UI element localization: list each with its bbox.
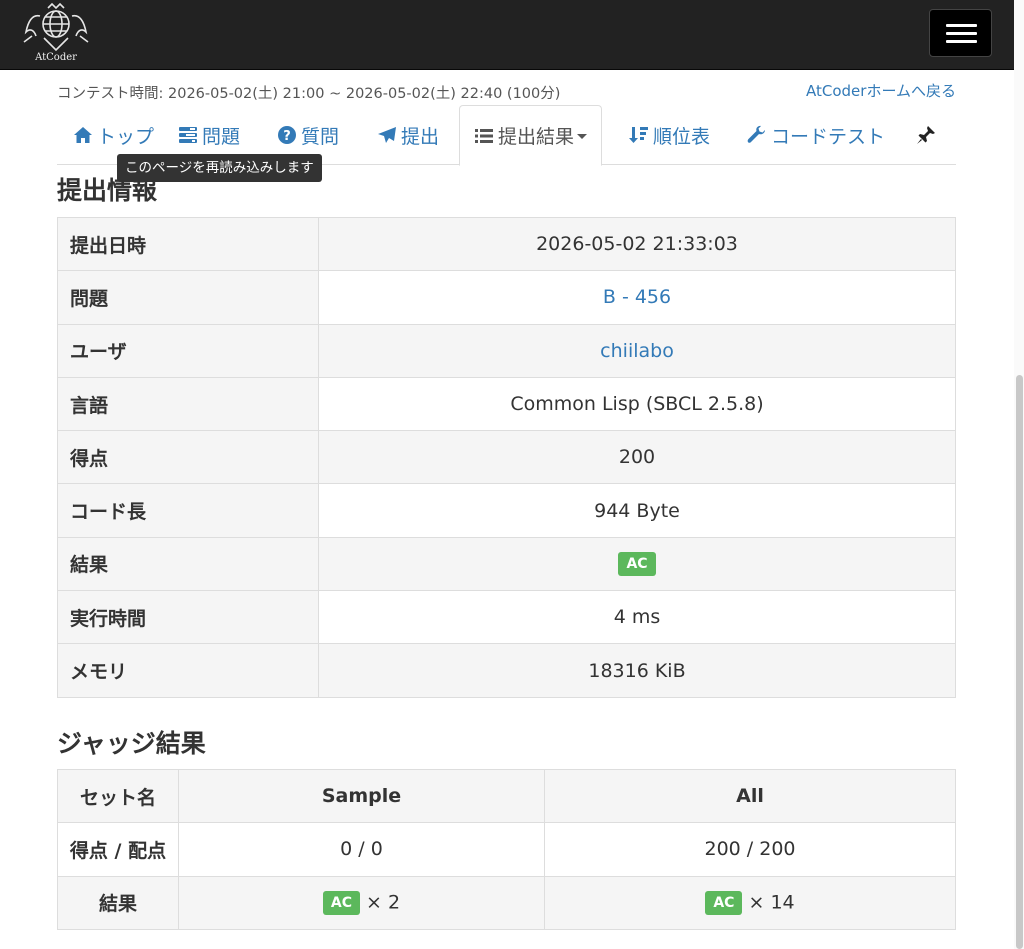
tasks-icon <box>179 127 197 143</box>
atcoder-logo[interactable]: AtCoder <box>18 2 94 64</box>
column-header-sample: Sample <box>178 768 545 824</box>
submission-info-table: 提出日時 2026-05-02 21:33:03 問題 B - 456 ユーザ … <box>57 216 956 698</box>
status-badge: AC <box>705 890 743 915</box>
tab-submissions[interactable]: 提出結果 <box>459 105 603 166</box>
exec-time-value: 4 ms <box>318 590 956 645</box>
column-header-set: セット名 <box>57 768 179 824</box>
tab-standings[interactable]: 順位表 <box>629 105 710 165</box>
code-length-value: 944 Byte <box>318 483 956 538</box>
table-row: 実行時間 4 ms <box>57 590 956 645</box>
row-label: 問題 <box>57 270 319 325</box>
sort-icon <box>629 127 648 143</box>
score-value: 200 <box>318 430 956 485</box>
wrench-icon <box>747 125 765 143</box>
submission-time: 2026-05-02 21:33:03 <box>318 216 956 272</box>
row-label: ユーザ <box>57 323 319 378</box>
menu-icon-bar <box>946 32 977 35</box>
logo-crest-icon <box>23 2 89 52</box>
table-row: 提出日時 2026-05-02 21:33:03 <box>57 216 956 272</box>
tab-custom-test[interactable]: コードテスト <box>747 105 885 165</box>
tab-submit[interactable]: 提出 <box>377 105 439 165</box>
logo-text: AtCoder <box>35 52 77 63</box>
tab-label: 問題 <box>202 125 241 148</box>
scrollbar-thumb[interactable] <box>1016 375 1023 949</box>
memory-value: 18316 KiB <box>318 643 956 698</box>
table-row: コード長 944 Byte <box>57 483 956 538</box>
row-label: 結果 <box>57 536 319 592</box>
problem-link[interactable]: B - 456 <box>603 286 671 308</box>
language-value: Common Lisp (SBCL 2.5.8) <box>318 376 956 432</box>
question-circle-icon: ? <box>278 126 296 144</box>
menu-toggle-button[interactable] <box>929 9 992 57</box>
tab-label: 提出結果 <box>498 126 575 148</box>
pin-tabs-button[interactable] <box>915 105 941 165</box>
table-row: メモリ 18316 KiB <box>57 643 956 698</box>
status-badge: AC <box>618 551 656 576</box>
home-icon <box>74 127 92 143</box>
row-label: 得点 / 配点 <box>57 822 179 877</box>
contest-time: コンテスト時間: 2026-05-02(土) 21:00 ~ 2026-05-0… <box>57 86 561 102</box>
judge-result-table: セット名 Sample All 得点 / 配点 0 / 0 200 / 200 … <box>57 768 956 930</box>
table-row: 結果 AC × 2 AC × 14 <box>57 875 956 930</box>
row-label: コード長 <box>57 483 319 538</box>
menu-icon <box>946 24 977 27</box>
status-badge: AC <box>322 890 360 915</box>
chevron-down-icon <box>577 134 588 139</box>
tab-label: 順位表 <box>653 125 711 148</box>
sample-result-count: × 2 <box>366 891 401 914</box>
all-result-count: × 14 <box>748 891 795 914</box>
row-label: 言語 <box>57 376 319 432</box>
table-header-row: セット名 Sample All <box>57 768 956 824</box>
row-label: 得点 <box>57 430 319 485</box>
list-icon <box>475 128 493 143</box>
sample-score: 0 / 0 <box>178 822 545 877</box>
send-icon <box>378 127 396 143</box>
table-row: 得点 200 <box>57 430 956 485</box>
tab-label: トップ <box>97 125 155 148</box>
reload-tooltip: このページを再読み込みします <box>117 154 322 182</box>
table-row: 結果 AC <box>57 536 956 592</box>
table-row: 言語 Common Lisp (SBCL 2.5.8) <box>57 376 956 432</box>
user-link[interactable]: chiilabo <box>600 340 674 362</box>
svg-text:?: ? <box>283 129 291 144</box>
row-label: 提出日時 <box>57 216 319 272</box>
home-link[interactable]: AtCoderホームへ戻る <box>806 80 956 101</box>
tab-label: 質問 <box>301 125 340 148</box>
tab-label: コードテスト <box>771 125 886 148</box>
table-row: 問題 B - 456 <box>57 270 956 325</box>
table-row: ユーザ chiilabo <box>57 323 956 378</box>
row-label: 実行時間 <box>57 590 319 645</box>
row-label: 結果 <box>57 875 179 930</box>
navbar: AtCoder <box>0 0 1014 70</box>
menu-icon-bar <box>946 40 977 43</box>
table-row: 得点 / 配点 0 / 0 200 / 200 <box>57 822 956 877</box>
row-label: メモリ <box>57 643 319 698</box>
column-header-all: All <box>544 768 956 824</box>
pin-icon <box>917 126 935 144</box>
judge-result-title: ジャッジ結果 <box>57 729 206 758</box>
tab-label: 提出 <box>401 125 440 148</box>
all-score: 200 / 200 <box>544 822 956 877</box>
